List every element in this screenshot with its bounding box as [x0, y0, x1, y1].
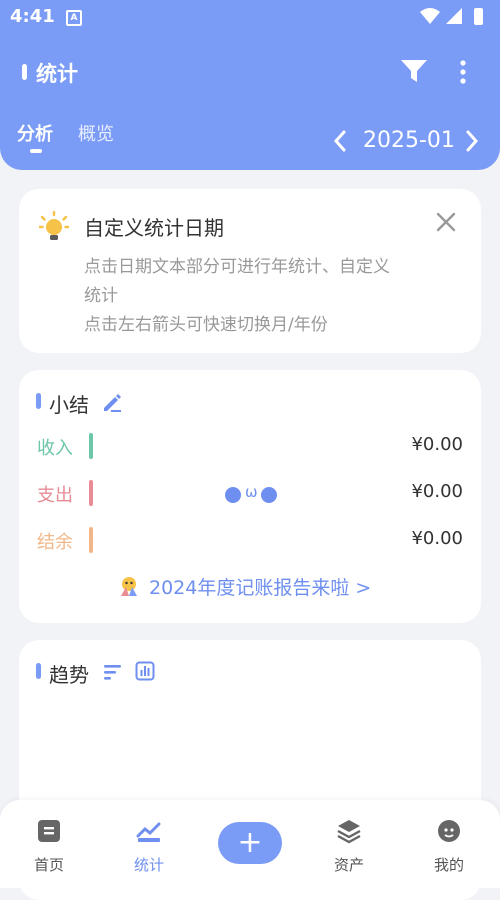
- balance-label: 结余: [37, 532, 73, 553]
- tab-overview[interactable]: 概览: [78, 120, 114, 146]
- signal-icon: [446, 8, 462, 24]
- lightbulb-icon: [38, 210, 70, 247]
- annual-report-link[interactable]: 2024年度记账报告来啦 >: [149, 573, 371, 600]
- add-record-button[interactable]: +: [218, 822, 282, 864]
- layers-icon: [336, 820, 362, 848]
- page-title: 统计: [36, 62, 78, 86]
- nav-stats[interactable]: 统计: [114, 818, 184, 875]
- nav-profile-label: 我的: [433, 856, 464, 874]
- empty-face-icon: ω: [225, 483, 285, 506]
- celebration-icon: [117, 574, 141, 602]
- section-accent: [36, 663, 41, 679]
- expense-value: ¥0.00: [411, 481, 463, 502]
- balance-value: ¥0.00: [411, 528, 463, 549]
- chart-icon: [136, 822, 162, 848]
- more-vert-icon[interactable]: [454, 58, 472, 90]
- summary-card: 小结 收入 ¥0.00 支出 ¥0.00 ω 结余 ¥0.00 2024年度记账…: [19, 370, 481, 623]
- bottom-nav: 首页 统计 + 资产 我的: [0, 800, 500, 888]
- nav-home[interactable]: 首页: [14, 818, 84, 875]
- bar-chart-icon[interactable]: [135, 661, 155, 685]
- status-time: 4:41: [10, 6, 55, 27]
- nav-profile[interactable]: 我的: [414, 818, 484, 875]
- tip-line-2: 统计: [84, 286, 118, 306]
- status-icons: [420, 6, 490, 32]
- edit-icon[interactable]: [101, 391, 123, 417]
- close-icon[interactable]: [435, 211, 457, 237]
- plus-icon: +: [237, 825, 263, 860]
- tip-title: 自定义统计日期: [84, 216, 224, 240]
- expense-label: 支出: [37, 485, 73, 506]
- chevron-left-icon[interactable]: [330, 128, 350, 158]
- income-bar: [89, 433, 93, 459]
- tip-line-3: 点击左右箭头可快速切换月/年份: [84, 315, 328, 335]
- tip-card: 自定义统计日期 点击日期文本部分可进行年统计、自定义 统计 点击左右箭头可快速切…: [19, 189, 481, 353]
- sort-lines-icon[interactable]: [103, 663, 123, 685]
- status-bar: 4:41 A: [0, 0, 500, 34]
- tab-analysis[interactable]: 分析: [17, 120, 53, 146]
- profile-icon: [436, 820, 462, 848]
- tip-line-1: 点击日期文本部分可进行年统计、自定义: [84, 257, 390, 277]
- battery-icon: [474, 8, 483, 25]
- income-value: ¥0.00: [411, 434, 463, 455]
- notification-icon: A: [66, 10, 82, 26]
- nav-assets[interactable]: 资产: [314, 818, 384, 875]
- header: 4:41 A 统计 分析 概览 2025-01: [0, 0, 500, 170]
- chevron-right-icon[interactable]: [462, 128, 482, 158]
- expense-bar: [89, 480, 93, 506]
- home-icon: [36, 820, 62, 848]
- filter-icon[interactable]: [400, 58, 428, 88]
- trend-title: 趋势: [49, 663, 89, 687]
- app-bar: 统计: [0, 50, 500, 94]
- section-accent: [36, 393, 41, 409]
- nav-assets-label: 资产: [333, 856, 364, 874]
- nav-stats-label: 统计: [133, 856, 164, 874]
- nav-home-label: 首页: [33, 856, 64, 874]
- month-label[interactable]: 2025-01: [363, 128, 455, 153]
- tab-indicator: [30, 149, 42, 153]
- balance-bar: [89, 527, 93, 553]
- summary-title: 小结: [49, 393, 89, 417]
- wifi-icon: [420, 8, 440, 24]
- income-label: 收入: [37, 438, 73, 459]
- title-accent: [22, 64, 27, 80]
